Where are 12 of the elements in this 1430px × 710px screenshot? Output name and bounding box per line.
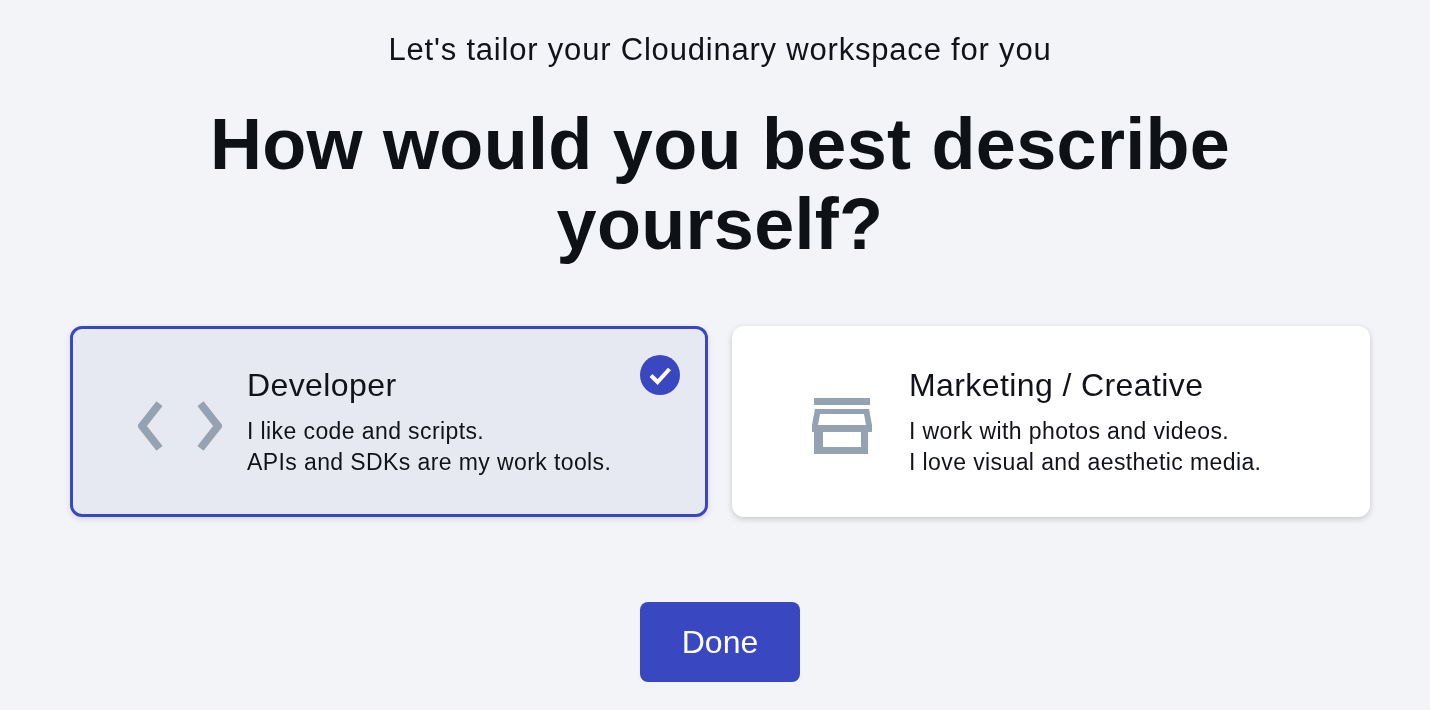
option-card[interactable]: Marketing / Creative I work with photos and videos. I love visual and aesthetic media.	[732, 326, 1370, 517]
heading: How would you best describe yourself?	[208, 104, 1232, 264]
option-card[interactable]: Developer I like code and scripts. APIs and SDKs are my work tools.	[70, 326, 708, 517]
done-button[interactable]: Done	[640, 602, 800, 682]
option-description: I like code and scripts. APIs and SDKs are my work tools.	[247, 416, 612, 477]
check-circle-icon	[640, 355, 680, 395]
storefront-icon	[810, 397, 874, 454]
option-description: I work with photos and videos. I love visual and aesthetic media.	[909, 416, 1262, 477]
option-title: Developer	[247, 365, 398, 404]
subtitle: Let's tailor your Cloudinary workspace for you	[388, 32, 1052, 68]
code-brackets-icon	[138, 400, 222, 451]
option-title: Marketing / Creative	[909, 365, 1205, 404]
